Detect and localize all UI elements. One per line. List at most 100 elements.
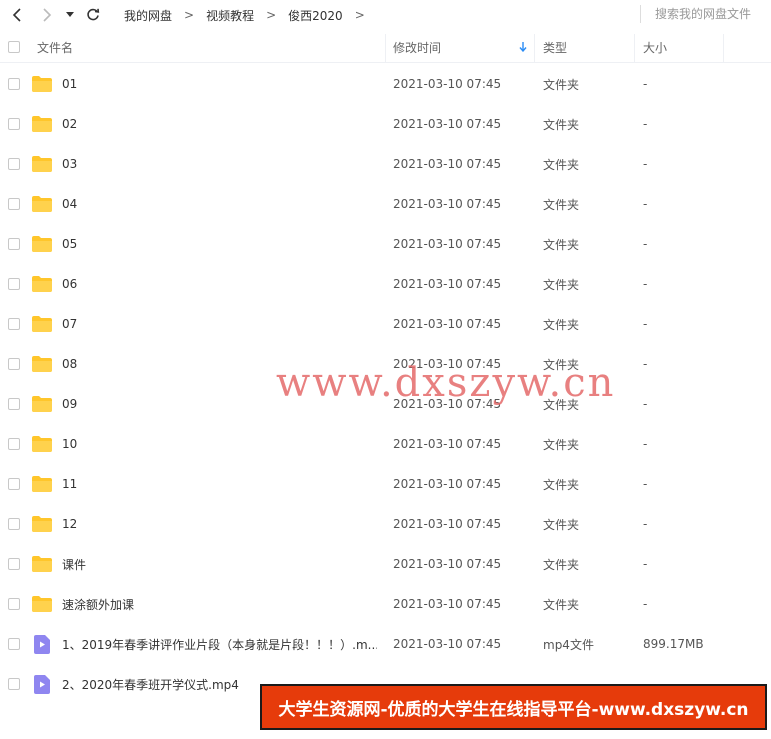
select-all-checkbox[interactable] bbox=[8, 32, 20, 62]
folder-icon bbox=[32, 264, 52, 304]
file-row[interactable]: 06 2021-03-10 07:45 文件夹 - bbox=[0, 264, 771, 304]
row-checkbox[interactable] bbox=[8, 544, 20, 584]
file-name[interactable]: 01 bbox=[62, 64, 377, 104]
breadcrumb: 我的网盘 > 视频教程 > 俊西2020 > bbox=[124, 7, 377, 24]
row-checkbox[interactable] bbox=[8, 224, 20, 264]
file-name[interactable]: 课件 bbox=[62, 544, 377, 584]
file-name[interactable]: 12 bbox=[62, 504, 377, 544]
file-type: 文件夹 bbox=[543, 317, 580, 332]
folder-icon bbox=[32, 464, 52, 504]
row-checkbox[interactable] bbox=[8, 264, 20, 304]
file-modified-time: 2021-03-10 07:45 bbox=[393, 437, 502, 451]
back-button[interactable] bbox=[4, 2, 30, 28]
caret-down-icon bbox=[66, 12, 74, 17]
file-name[interactable]: 05 bbox=[62, 224, 377, 264]
file-modified-time: 2021-03-10 07:45 bbox=[393, 557, 502, 571]
row-checkbox[interactable] bbox=[8, 584, 20, 624]
chevron-left-icon bbox=[12, 8, 21, 22]
file-modified-time: 2021-03-10 07:45 bbox=[393, 237, 502, 251]
file-modified-time: 2021-03-10 07:45 bbox=[393, 597, 502, 611]
file-name[interactable]: 04 bbox=[62, 184, 377, 224]
file-row[interactable]: 1、2019年春季讲评作业片段（本身就是片段！！！）.m... 2021-03-1… bbox=[0, 624, 771, 664]
folder-icon bbox=[32, 224, 52, 264]
file-row[interactable]: 速涂额外加课 2021-03-10 07:45 文件夹 - bbox=[0, 584, 771, 624]
file-name[interactable]: 02 bbox=[62, 104, 377, 144]
row-checkbox[interactable] bbox=[8, 144, 20, 184]
file-row[interactable]: 04 2021-03-10 07:45 文件夹 - bbox=[0, 184, 771, 224]
folder-icon bbox=[32, 384, 52, 424]
row-checkbox[interactable] bbox=[8, 304, 20, 344]
breadcrumb-item-video-tutorials[interactable]: 视频教程 bbox=[206, 7, 254, 24]
folder-icon bbox=[32, 344, 52, 384]
row-checkbox[interactable] bbox=[8, 64, 20, 104]
file-size: - bbox=[643, 437, 648, 451]
folder-icon bbox=[32, 144, 52, 184]
file-size: - bbox=[643, 117, 648, 131]
file-name[interactable]: 10 bbox=[62, 424, 377, 464]
row-checkbox[interactable] bbox=[8, 504, 20, 544]
search-input[interactable]: 搜索我的网盘文件 bbox=[639, 5, 751, 23]
row-checkbox[interactable] bbox=[8, 384, 20, 424]
file-size: - bbox=[643, 157, 648, 171]
sort-descending-icon bbox=[519, 32, 527, 62]
row-checkbox[interactable] bbox=[8, 624, 20, 664]
file-size: - bbox=[643, 597, 648, 611]
file-size: - bbox=[643, 197, 648, 211]
column-header-modified[interactable]: 修改时间 bbox=[393, 32, 441, 62]
file-row[interactable]: 07 2021-03-10 07:45 文件夹 - bbox=[0, 304, 771, 344]
row-checkbox[interactable] bbox=[8, 464, 20, 504]
forward-button[interactable] bbox=[34, 2, 60, 28]
folder-icon bbox=[32, 544, 52, 584]
row-checkbox[interactable] bbox=[8, 104, 20, 144]
refresh-icon bbox=[87, 8, 100, 21]
file-name[interactable]: 07 bbox=[62, 304, 377, 344]
file-type: 文件夹 bbox=[543, 237, 580, 252]
file-modified-time: 2021-03-10 07:45 bbox=[393, 477, 502, 491]
refresh-button[interactable] bbox=[80, 2, 106, 28]
file-name[interactable]: 1、2019年春季讲评作业片段（本身就是片段！！！）.m... bbox=[62, 624, 377, 664]
row-checkbox[interactable] bbox=[8, 664, 20, 704]
folder-icon bbox=[32, 104, 52, 144]
row-checkbox[interactable] bbox=[8, 344, 20, 384]
file-row[interactable]: 10 2021-03-10 07:45 文件夹 - bbox=[0, 424, 771, 464]
file-row[interactable]: 课件 2021-03-10 07:45 文件夹 - bbox=[0, 544, 771, 584]
toolbar: 我的网盘 > 视频教程 > 俊西2020 > 搜索我的网盘文件 bbox=[0, 0, 771, 30]
chevron-right-icon bbox=[43, 8, 52, 22]
file-size: - bbox=[643, 357, 648, 371]
folder-icon bbox=[32, 504, 52, 544]
file-row[interactable]: 12 2021-03-10 07:45 文件夹 - bbox=[0, 504, 771, 544]
file-size: - bbox=[643, 517, 648, 531]
folder-icon bbox=[32, 304, 52, 344]
folder-icon bbox=[32, 584, 52, 624]
breadcrumb-separator-icon: > bbox=[184, 8, 195, 22]
folder-icon bbox=[32, 64, 52, 104]
column-header-type[interactable]: 类型 bbox=[543, 32, 567, 62]
column-header-size[interactable]: 大小 bbox=[643, 32, 667, 62]
file-modified-time: 2021-03-10 07:45 bbox=[393, 117, 502, 131]
row-checkbox[interactable] bbox=[8, 184, 20, 224]
file-type: 文件夹 bbox=[543, 197, 580, 212]
file-row[interactable]: 03 2021-03-10 07:45 文件夹 - bbox=[0, 144, 771, 184]
file-name[interactable]: 03 bbox=[62, 144, 377, 184]
file-type: 文件夹 bbox=[543, 437, 580, 452]
breadcrumb-item-my-drive[interactable]: 我的网盘 bbox=[124, 7, 172, 24]
breadcrumb-separator-icon: > bbox=[266, 8, 277, 22]
file-row[interactable]: 05 2021-03-10 07:45 文件夹 - bbox=[0, 224, 771, 264]
file-size: - bbox=[643, 277, 648, 291]
file-row[interactable]: 02 2021-03-10 07:45 文件夹 - bbox=[0, 104, 771, 144]
file-modified-time: 2021-03-10 07:45 bbox=[393, 317, 502, 331]
breadcrumb-item-current-folder[interactable]: 俊西2020 bbox=[288, 7, 343, 24]
video-file-icon bbox=[34, 624, 50, 664]
file-name[interactable]: 06 bbox=[62, 264, 377, 304]
file-name[interactable]: 速涂额外加课 bbox=[62, 584, 377, 624]
row-checkbox[interactable] bbox=[8, 424, 20, 464]
folder-icon bbox=[32, 184, 52, 224]
file-name[interactable]: 11 bbox=[62, 464, 377, 504]
history-dropdown-button[interactable] bbox=[62, 2, 78, 28]
folder-icon bbox=[32, 424, 52, 464]
file-type: 文件夹 bbox=[543, 277, 580, 292]
watermark-text: www.dxszyw.cn bbox=[276, 360, 616, 406]
column-header-name[interactable]: 文件名 bbox=[37, 32, 73, 62]
file-row[interactable]: 11 2021-03-10 07:45 文件夹 - bbox=[0, 464, 771, 504]
file-row[interactable]: 01 2021-03-10 07:45 文件夹 - bbox=[0, 64, 771, 104]
